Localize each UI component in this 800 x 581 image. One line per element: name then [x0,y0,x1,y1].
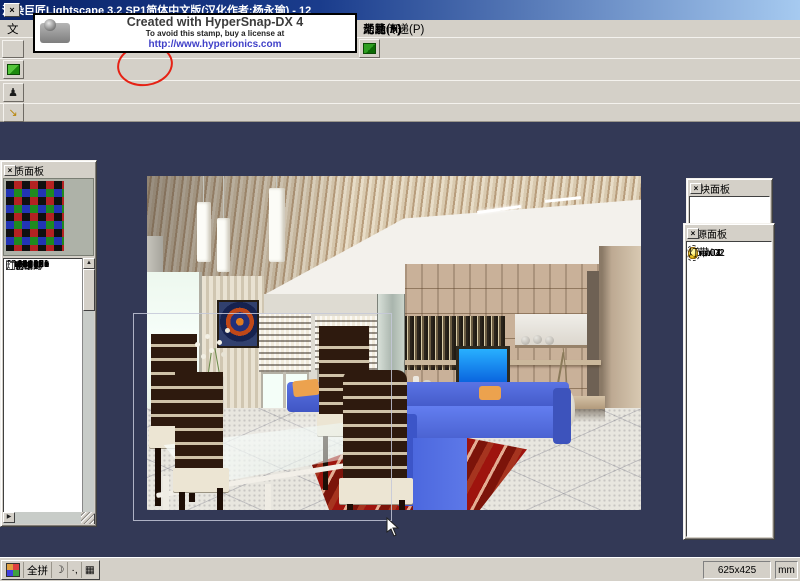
material-preview-checker [6,181,64,251]
scene-pendant-lamp [197,202,211,262]
ime-icon[interactable] [6,563,20,577]
scene-vase [533,335,542,344]
block-panel-titlebar[interactable]: 图块面板 × [689,181,770,196]
stamp-line2: To avoid this stamp, buy a license at [145,28,285,38]
material-panel-titlebar[interactable]: 材质面板 × [3,163,94,178]
scene-armchair-seat [413,438,467,510]
material-panel-close-icon[interactable]: × [4,164,16,176]
pick-tool-button[interactable]: ↘ [2,103,24,122]
scroll-right-icon[interactable]: ▶ [3,512,15,523]
resize-grip[interactable] [81,512,94,524]
ime-fullhalf-icon[interactable]: ☽ [52,562,69,578]
material-list[interactable]: -=-=-=-= .Default 56565658 8 - Defa 9 - Defa… [3,258,94,524]
ime-mode-button[interactable]: 全拼 [24,562,52,578]
scene-chair-leg [399,500,405,510]
scene-vase [545,336,554,345]
client-area: 材质面板 × -=-=-=-= .Default 56565658 8 - Defa 9… [0,122,800,557]
stamp-line1: Created with HyperSnap-DX 4 [126,15,304,30]
close-button[interactable]: × [4,3,20,17]
camera-icon [40,23,70,43]
statusbar: 全拼 ☽ ·, ▦ 625x425 mm [0,557,800,581]
hypersnap-watermark: Created with HyperSnap-DX 4 To avoid thi… [33,13,357,53]
scene-pendant-lamp [269,188,285,262]
material-vscrollbar[interactable]: ▲ ▼ [82,258,95,524]
light-panel: 光源面板 × Omni01 Omni02 Spot01 Spot04 灯带 [683,223,775,540]
ime-keyboard-icon[interactable]: ▦ [82,562,98,578]
material-preview [3,178,94,256]
stamp-url-link[interactable]: http://www.hyperionics.com [75,39,355,50]
stand-button[interactable]: ♟ [2,82,24,102]
scene-sofa-arm [553,388,571,444]
material-panel-button[interactable] [2,60,24,79]
scene-lamp-cord [203,176,204,203]
menu-file-partial[interactable]: 文 [0,20,26,38]
new-file-button[interactable] [2,40,24,58]
scroll-thumb[interactable] [83,269,95,311]
material-hscrollbar[interactable]: ◀ ▶ [3,512,83,524]
render-dark-cube-button[interactable] [358,38,380,58]
status-resolution: 625x425 [703,561,771,579]
ime-toolbar: 全拼 ☽ ·, ▦ [1,560,100,580]
lightscape-window: 渲染巨匠Lightscape 3.2 SP1简体中文版(汉化作者:杨永瑜) - … [0,0,800,581]
light-panel-titlebar[interactable]: 光源面板 × [686,226,772,241]
light-panel-close-icon[interactable]: × [687,227,699,239]
status-unit: mm [775,561,798,579]
material-panel: 材质面板 × -=-=-=-= .Default 56565658 8 - Defa 9… [0,160,97,527]
selection-rectangle [133,313,392,521]
block-panel-close-icon[interactable]: × [690,182,702,194]
scene-pendant-lamp [217,218,230,272]
ime-punct-icon[interactable]: ·, [68,562,82,578]
scroll-up-icon[interactable]: ▲ [83,258,95,269]
scene-right-wall [599,246,641,408]
scene-lamp-cord [223,176,224,219]
toolbar-select: ↖↖?▭◱◰◳++◇↻✎▽▽+♟↔↻XYZXYZXYZAim↩↪♟♟♙♟ [0,80,800,103]
menu-item[interactable]: 帮助(H) [356,20,409,38]
light-panel-body [686,241,772,537]
scene-vase [521,336,530,345]
scene-pillow [479,386,501,400]
toolbar-layers: ▤◔▣↘ [0,103,800,122]
material-list-item[interactable]: 灯 [4,259,15,272]
